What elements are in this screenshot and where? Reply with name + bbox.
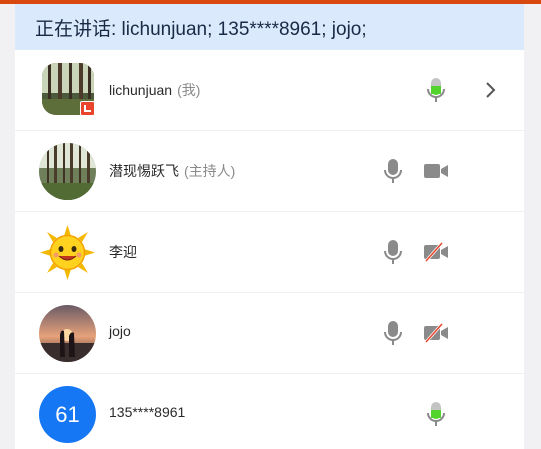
mic-icon[interactable] [379, 157, 407, 185]
mic-icon[interactable] [379, 238, 407, 266]
participant-row-liying[interactable]: 李迎 [15, 212, 524, 293]
camera-icon[interactable] [422, 157, 450, 185]
avatar: 61 [39, 386, 96, 443]
participant-row-135-8961[interactable]: 61 135****8961 [15, 374, 524, 449]
participant-row-lichunjuan[interactable]: lichunjuan (我) [15, 50, 524, 131]
participant-row-jojo[interactable]: jojo [15, 293, 524, 374]
participant-name: lichunjuan (我) [109, 82, 201, 98]
avatar [39, 143, 96, 200]
mic-active-icon[interactable] [422, 400, 450, 428]
speaking-now-banner: 正在讲话: lichunjuan; 135****8961; jojo; [15, 4, 524, 50]
chevron-right-icon[interactable] [476, 76, 504, 104]
camera-off-icon[interactable] [422, 319, 450, 347]
participant-name: 李迎 [109, 244, 137, 260]
avatar-initials: 61 [55, 401, 80, 427]
host-badge-icon [80, 101, 95, 116]
speaking-now-text: 正在讲话: lichunjuan; 135****8961; jojo; [35, 18, 367, 40]
avatar [39, 224, 96, 281]
mic-icon[interactable] [379, 319, 407, 347]
participant-row-host[interactable]: 潜现惕跃飞 (主持人) [15, 131, 524, 212]
avatar [39, 305, 96, 362]
participant-name: 潜现惕跃飞 (主持人) [109, 163, 236, 179]
participant-name: jojo [109, 323, 131, 339]
mic-active-icon[interactable] [422, 76, 450, 104]
participants-panel: 正在讲话: lichunjuan; 135****8961; jojo; lic… [15, 4, 524, 449]
camera-off-icon[interactable] [422, 238, 450, 266]
participant-name: 135****8961 [109, 404, 186, 420]
